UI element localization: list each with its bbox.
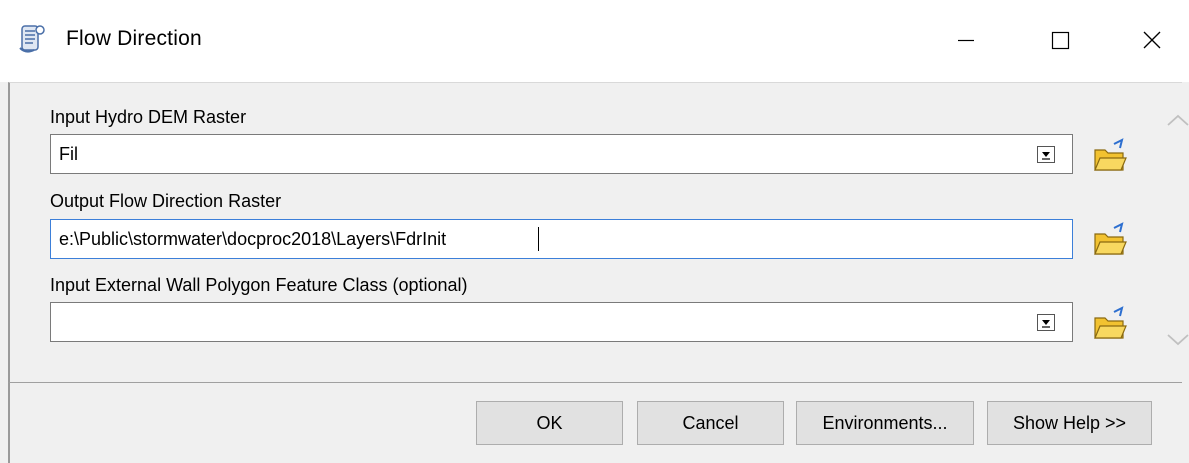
flow-direction-dialog: Flow Direction Input Hydro DEM Raster Fi… xyxy=(0,0,1189,463)
scroll-up-button[interactable] xyxy=(1160,108,1189,132)
text-caret xyxy=(538,227,539,251)
maximize-button[interactable] xyxy=(1032,18,1092,62)
cancel-button[interactable]: Cancel xyxy=(637,401,784,445)
chevron-down-icon xyxy=(1042,320,1050,328)
title-bar: Flow Direction xyxy=(0,0,1189,82)
maximize-icon xyxy=(1051,31,1070,50)
tool-script-icon xyxy=(18,24,46,56)
chevron-down-icon xyxy=(1042,152,1050,160)
input-hydro-dem-label: Input Hydro DEM Raster xyxy=(50,107,247,127)
ok-button[interactable]: OK xyxy=(476,401,623,445)
wall-polygon-combobox[interactable] xyxy=(50,302,1073,342)
output-fdr-value: e:\Public\stormwater\docproc2018\Layers\… xyxy=(59,229,447,249)
close-button[interactable] xyxy=(1124,18,1184,62)
dropdown-arrow-button[interactable] xyxy=(1037,146,1055,163)
chevron-up-icon xyxy=(1167,114,1189,126)
scroll-down-button[interactable] xyxy=(1160,328,1189,352)
dropdown-arrow-button[interactable] xyxy=(1037,314,1055,331)
minimize-icon xyxy=(958,39,974,42)
output-fdr-label: Output Flow Direction Raster xyxy=(50,191,282,211)
chevron-down-icon xyxy=(1167,334,1189,346)
browse-hydro-dem-button[interactable] xyxy=(1090,136,1130,176)
show-help-button[interactable]: Show Help >> xyxy=(987,401,1152,445)
window-title: Flow Direction xyxy=(66,27,202,50)
input-hydro-dem-value: Fil xyxy=(59,144,78,164)
close-icon xyxy=(1143,31,1161,49)
minimize-button[interactable] xyxy=(936,18,996,62)
input-hydro-dem-combobox[interactable]: Fil xyxy=(50,134,1073,174)
browse-wall-polygon-button[interactable] xyxy=(1090,304,1130,344)
browse-output-fdr-button[interactable] xyxy=(1090,220,1130,260)
open-folder-icon xyxy=(1094,138,1127,171)
wall-polygon-label: Input External Wall Polygon Feature Clas… xyxy=(50,275,468,295)
open-folder-icon xyxy=(1094,306,1127,339)
open-folder-icon xyxy=(1094,222,1127,255)
environments-button[interactable]: Environments... xyxy=(796,401,974,445)
output-fdr-input[interactable]: e:\Public\stormwater\docproc2018\Layers\… xyxy=(50,219,1073,259)
